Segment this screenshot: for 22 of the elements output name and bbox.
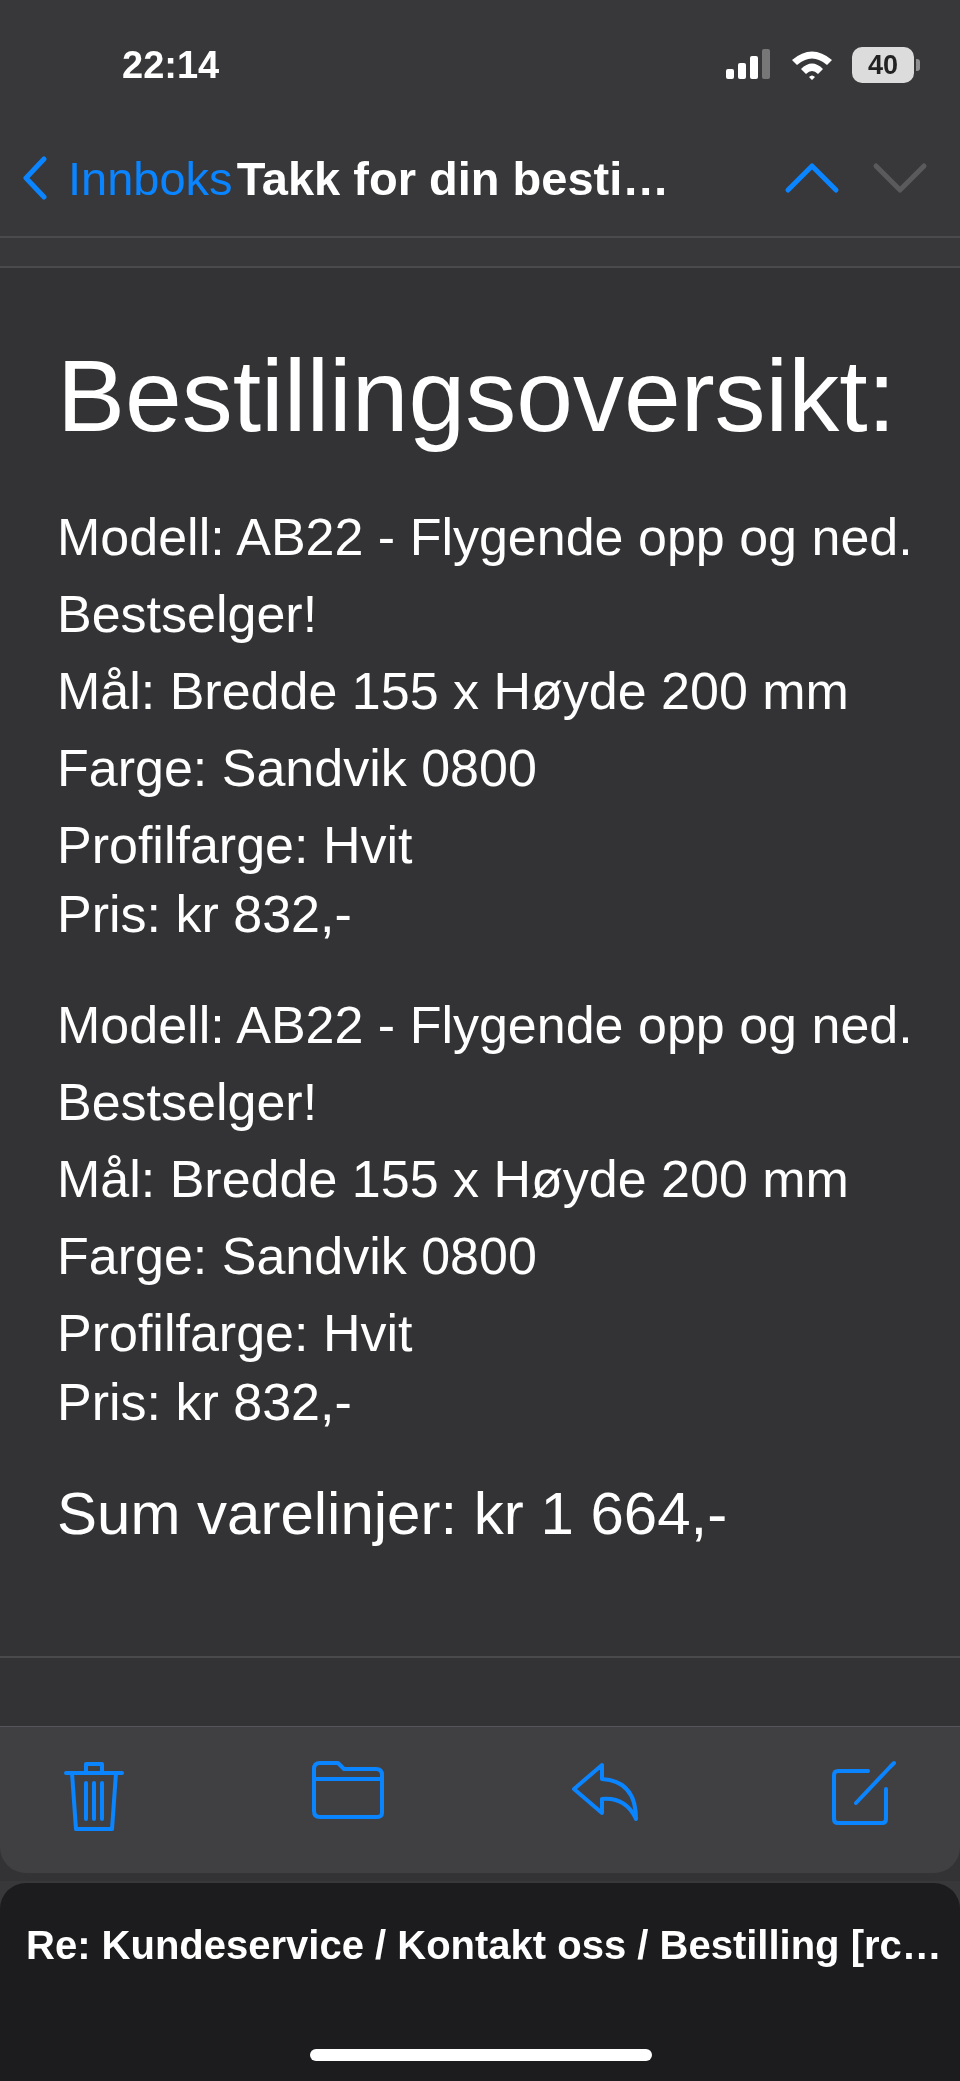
- wifi-icon: [790, 49, 834, 81]
- price-line: Pris: kr 832,-: [57, 884, 353, 945]
- profile-color-line: Profilfarge: Hvit: [57, 815, 414, 876]
- clock-time: 22:14: [122, 43, 220, 87]
- size-line: Mål: Bredde 155 x Høyde 200 mm: [57, 661, 850, 722]
- order-total: Sum varelinjer: kr 1 664,-: [57, 1479, 729, 1549]
- note-line: Bestselger!: [57, 584, 319, 645]
- note-line: Bestselger!: [57, 1072, 319, 1133]
- trash-icon[interactable]: [62, 1759, 126, 1833]
- folder-icon[interactable]: [310, 1759, 386, 1821]
- profile-color-line: Profilfarge: Hvit: [57, 1303, 414, 1364]
- color-line: Farge: Sandvik 0800: [57, 1226, 538, 1287]
- model-line: Modell: AB22 - Flygende opp og ned.: [57, 507, 914, 568]
- size-line: Mål: Bredde 155 x Høyde 200 mm: [57, 1149, 850, 1210]
- color-line: Farge: Sandvik 0800: [57, 738, 538, 799]
- price-line: Pris: kr 832,-: [57, 1372, 353, 1433]
- back-chevron-icon: [22, 156, 48, 200]
- email-subject: Takk for din besti…: [236, 150, 671, 206]
- battery-indicator: 40: [852, 47, 914, 83]
- model-line: Modell: AB22 - Flygende opp og ned.: [57, 995, 914, 1056]
- order-heading: Bestillingsoversikt:: [57, 338, 897, 455]
- signal-icon: [726, 49, 772, 81]
